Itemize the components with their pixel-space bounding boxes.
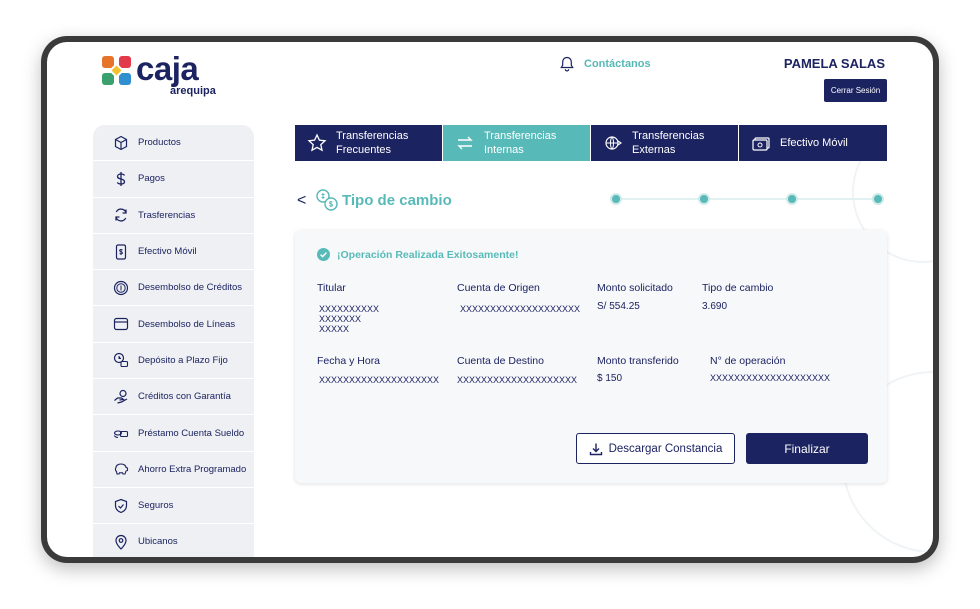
operation-result-card: ¡Operación Realizada Exitosamente! Titul… xyxy=(295,230,887,483)
piggy-bank-icon xyxy=(114,463,129,475)
tab-transferencias-internas[interactable]: Transferencias Internas xyxy=(443,125,591,161)
numero-operacion-value: XXXXXXXXXXXXXXXXXXXX xyxy=(710,373,831,383)
tipo-cambio-value: 3.690 xyxy=(702,301,728,312)
tab-efectivo-movil[interactable]: Efectivo Móvil xyxy=(739,125,887,161)
numero-operacion-label: N° de operación xyxy=(710,355,786,367)
cuenta-destino-label: Cuenta de Destino xyxy=(457,355,544,367)
monto-transferido-value: $ 150 xyxy=(597,373,623,384)
tab-label-line1: Transferencias xyxy=(336,130,409,142)
sidebar-menu: Productos Pagos Trasferencias Efectivo M… xyxy=(93,125,254,557)
currency-exchange-icon xyxy=(316,189,338,211)
deposit-icon xyxy=(113,353,129,368)
tab-label-line1: Efectivo Móvil xyxy=(780,137,848,149)
cube-icon xyxy=(114,135,128,150)
fecha-hora-value: XXXXXXXXXXXXXXXXXXXX xyxy=(319,375,440,385)
success-text: ¡Operación Realizada Exitosamente! xyxy=(337,248,519,261)
check-circle-icon xyxy=(317,248,330,261)
download-receipt-button[interactable]: Descargar Constancia xyxy=(576,433,735,464)
finish-button[interactable]: Finalizar xyxy=(746,433,868,464)
cuenta-origen-value: XXXXXXXXXXXXXXXXXXXX xyxy=(460,304,581,314)
sidebar-item-desembolso-creditos[interactable]: Desembolso de Créditos xyxy=(93,270,254,307)
titular-label: Titular xyxy=(317,282,346,294)
shield-icon xyxy=(114,498,128,513)
tab-label-line2: Frecuentes xyxy=(336,144,392,156)
fecha-hora-label: Fecha y Hora xyxy=(317,355,381,367)
step-dot-4 xyxy=(872,193,884,205)
sidebar-item-seguros[interactable]: Seguros xyxy=(93,488,254,525)
tab-transferencias-externas[interactable]: Transferencias Externas xyxy=(591,125,739,161)
titular-value: XXXXXXXXXX XXXXXXX XXXXX xyxy=(319,304,380,334)
tipo-cambio-label: Tipo de cambio xyxy=(702,282,774,294)
app-screen: caja arequipa Contáctanos PAMELA SALAS C… xyxy=(47,42,933,557)
logout-button[interactable]: Cerrar Sesión xyxy=(824,79,887,102)
dollar-icon xyxy=(116,171,126,186)
tab-label-line2: Externas xyxy=(632,144,676,156)
caja-arequipa-logo[interactable]: caja arequipa xyxy=(102,50,216,97)
logo-wordmark: caja xyxy=(136,50,199,87)
sidebar-item-creditos-garantia[interactable]: Créditos con Garantía xyxy=(93,379,254,416)
sidebar-item-trasferencias[interactable]: Trasferencias xyxy=(93,198,254,234)
sidebar-item-label: Trasferencias xyxy=(138,209,196,221)
tab-label-line2: Internas xyxy=(484,144,524,156)
contact-link[interactable]: Contáctanos xyxy=(560,56,651,72)
sidebar-item-label: Seguros xyxy=(138,500,174,512)
device-frame: caja arequipa Contáctanos PAMELA SALAS C… xyxy=(41,36,939,563)
sidebar-item-ahorro-extra[interactable]: Ahorro Extra Programado xyxy=(93,452,254,488)
sidebar-item-label: Créditos con Garantía xyxy=(138,391,231,403)
sidebar-item-label: Ubicanos xyxy=(138,536,178,548)
download-label: Descargar Constancia xyxy=(608,442,723,455)
star-icon xyxy=(307,133,327,152)
sidebar-item-deposito-plazo-fijo[interactable]: Depósito a Plazo Fijo xyxy=(93,343,254,380)
bell-icon xyxy=(560,56,574,72)
monto-transferido-label: Monto transferido xyxy=(597,355,679,367)
back-button[interactable]: < xyxy=(297,192,306,210)
sidebar-item-efectivo-movil[interactable]: Efectivo Móvil xyxy=(93,234,254,271)
sidebar-item-pagos[interactable]: Pagos xyxy=(93,161,254,198)
logo-mark-icon xyxy=(102,56,132,86)
step-dot-1 xyxy=(610,193,622,205)
sidebar-item-label: Desembolso de Créditos xyxy=(138,282,243,294)
refresh-icon xyxy=(115,208,127,222)
sidebar-item-ubicanos[interactable]: Ubicanos xyxy=(93,524,254,557)
globe-icon xyxy=(605,136,622,150)
sidebar-item-label: Productos xyxy=(138,137,181,149)
transfer-tabs: Transferencias Frecuentes Transferencias I… xyxy=(295,125,887,161)
wallet-icon xyxy=(113,318,129,331)
download-icon xyxy=(589,443,602,455)
mobile-cash-icon xyxy=(115,243,127,260)
sidebar-item-productos[interactable]: Productos xyxy=(93,125,254,162)
location-pin-icon xyxy=(115,534,127,550)
monto-solicitado-label: Monto solicitado xyxy=(597,282,673,294)
guarantee-icon xyxy=(114,389,128,404)
contact-label: Contáctanos xyxy=(584,58,651,70)
monto-solicitado-value: S/ 554.25 xyxy=(597,301,640,312)
coin-icon xyxy=(113,280,129,295)
step-dot-3 xyxy=(786,193,798,205)
sidebar-item-label: Pagos xyxy=(138,173,165,185)
sidebar-item-label: Desembolso de Líneas xyxy=(138,318,236,330)
sidebar-item-desembolso-lineas[interactable]: Desembolso de Líneas xyxy=(93,306,254,343)
stepper-track xyxy=(616,198,878,200)
page-title: Tipo de cambio xyxy=(342,192,452,209)
tab-label-line1: Transferencias xyxy=(484,130,557,142)
step-dot-2 xyxy=(698,193,710,205)
arrows-exchange-icon xyxy=(457,136,473,150)
sidebar-item-label: Ahorro Extra Programado xyxy=(138,463,247,475)
sidebar-item-label: Préstamo Cuenta Sueldo xyxy=(138,427,245,439)
sidebar-item-label: Efectivo Móvil xyxy=(138,246,197,258)
tab-transferencias-frecuentes[interactable]: Transferencias Frecuentes xyxy=(295,125,443,161)
success-message: ¡Operación Realizada Exitosamente! xyxy=(317,248,518,261)
tab-label-line1: Transferencias xyxy=(632,130,705,142)
cash-icon xyxy=(752,137,770,151)
user-name: PAMELA SALAS xyxy=(783,56,885,71)
sidebar-item-prestamo-cuenta-sueldo[interactable]: Préstamo Cuenta Sueldo xyxy=(93,415,254,452)
sidebar-item-label: Depósito a Plazo Fijo xyxy=(138,354,228,366)
cuenta-origen-label: Cuenta de Origen xyxy=(457,282,540,294)
logo-subtitle: arequipa xyxy=(170,85,216,97)
cuenta-destino-value: XXXXXXXXXXXXXXXXXXXX xyxy=(457,375,578,385)
progress-stepper xyxy=(610,192,884,206)
cash-stack-icon xyxy=(113,430,129,439)
